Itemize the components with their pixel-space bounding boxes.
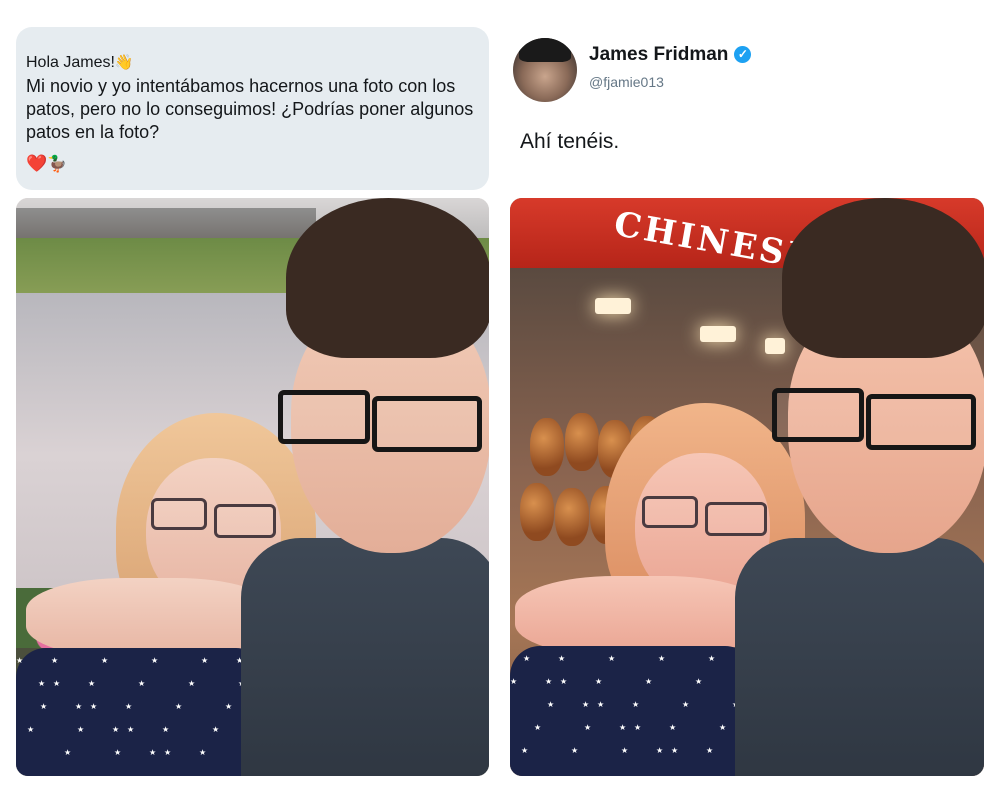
shirt-star-icon: ★: [138, 679, 146, 688]
shirt-star-icon: ★: [225, 702, 233, 711]
shirt-star-icon: ★: [90, 702, 98, 711]
request-message-text: Mi novio y yo intentábamos hacernos una …: [26, 76, 474, 142]
shirt-star-icon: ★: [634, 723, 642, 732]
shirt-star-icon: ★: [77, 725, 85, 734]
girl-star-top: ★★★★★★★★★★★★★★★★★★★★★★★★★★★★★★: [510, 646, 755, 776]
shirt-star-icon: ★: [547, 700, 555, 709]
shirt-star-icon: ★: [64, 748, 72, 757]
boy-glasses-right: [866, 394, 976, 450]
boy-glasses-left: [772, 388, 864, 442]
shirt-star-icon: ★: [175, 702, 183, 711]
request-message-bubble: Hola James!👋 Mi novio y yo intentábamos …: [16, 27, 489, 190]
roast-duck: [555, 488, 589, 546]
shirt-star-icon: ★: [719, 723, 727, 732]
shirt-star-icon: ★: [164, 748, 172, 757]
shirt-star-icon: ★: [212, 725, 220, 734]
shirt-star-icon: ★: [523, 654, 531, 663]
girl-shoulders: [26, 578, 276, 658]
shirt-star-icon: ★: [151, 656, 159, 665]
after-photo[interactable]: CHINESE ★★★★★★★★★★★★★★★★★★★★★★★★★★★★★★: [510, 198, 984, 776]
roast-duck: [565, 413, 599, 471]
girl-glasses-right: [214, 504, 276, 538]
avatar-hat: [519, 38, 571, 62]
shirt-star-icon: ★: [125, 702, 133, 711]
ceiling-light: [765, 338, 785, 354]
shirt-star-icon: ★: [584, 723, 592, 732]
shirt-star-icon: ★: [595, 677, 603, 686]
profile-name[interactable]: James Fridman ✓: [589, 44, 752, 66]
boy-hair: [782, 198, 984, 358]
shirt-star-icon: ★: [645, 677, 653, 686]
shirt-star-icon: ★: [656, 746, 664, 755]
wave-emoji-icon: 👋: [114, 54, 134, 71]
shirt-star-icon: ★: [632, 700, 640, 709]
shirt-star-icon: ★: [521, 746, 529, 755]
boy-glasses-right: [372, 396, 482, 452]
emoji-line: ❤️🦆: [26, 154, 475, 175]
shirt-star-icon: ★: [38, 679, 46, 688]
shirt-star-icon: ★: [27, 725, 35, 734]
ceiling-light: [595, 298, 631, 314]
shirt-star-icon: ★: [669, 723, 677, 732]
shirt-star-icon: ★: [51, 656, 59, 665]
shirt-star-icon: ★: [114, 748, 122, 757]
shirt-star-icon: ★: [582, 700, 590, 709]
shirt-star-icon: ★: [597, 700, 605, 709]
shirt-star-icon: ★: [708, 654, 716, 663]
shirt-star-icon: ★: [571, 746, 579, 755]
shirt-star-icon: ★: [658, 654, 666, 663]
ceiling-light: [700, 326, 736, 342]
shirt-star-icon: ★: [162, 725, 170, 734]
profile-name-text[interactable]: James Fridman: [589, 44, 728, 65]
shirt-star-icon: ★: [510, 677, 518, 686]
shirt-star-icon: ★: [695, 677, 703, 686]
boy-glasses-left: [278, 390, 370, 444]
verified-badge-icon: ✓: [734, 46, 752, 63]
shirt-star-icon: ★: [127, 725, 135, 734]
profile-handle[interactable]: @fjamie013: [589, 74, 664, 90]
heart-emoji-icon: ❤️: [26, 154, 48, 173]
girl-star-top: ★★★★★★★★★★★★★★★★★★★★★★★★★★★★★★: [16, 648, 266, 776]
reply-text: Ahí tenéis.: [520, 130, 620, 153]
girl-shoulders: [515, 576, 765, 656]
shirt-star-icon: ★: [201, 656, 209, 665]
greeting-text: Hola James!: [26, 54, 115, 71]
shirt-star-icon: ★: [608, 654, 616, 663]
shirt-star-icon: ★: [101, 656, 109, 665]
shirt-star-icon: ★: [706, 746, 714, 755]
shirt-star-icon: ★: [88, 679, 96, 688]
shirt-star-icon: ★: [534, 723, 542, 732]
shirt-star-icon: ★: [682, 700, 690, 709]
shirt-star-icon: ★: [199, 748, 207, 757]
duck-emoji-icon: 🦆: [47, 156, 68, 173]
shirt-star-icon: ★: [545, 677, 553, 686]
shirt-star-icon: ★: [53, 679, 61, 688]
girl-glasses-left: [151, 498, 207, 530]
boy-shirt: [735, 538, 984, 776]
greeting-line: Hola James!👋: [26, 53, 475, 73]
shirt-star-icon: ★: [40, 702, 48, 711]
shirt-star-icon: ★: [188, 679, 196, 688]
shirt-star-icon: ★: [671, 746, 679, 755]
shirt-star-icon: ★: [149, 748, 157, 757]
shirt-star-icon: ★: [75, 702, 83, 711]
shirt-star-icon: ★: [558, 654, 566, 663]
profile-avatar[interactable]: [513, 38, 577, 102]
girl-glasses-left: [642, 496, 698, 528]
boy-hair: [286, 198, 489, 358]
shirt-star-icon: ★: [619, 723, 627, 732]
girl-glasses-right: [705, 502, 767, 536]
shirt-star-icon: ★: [16, 656, 24, 665]
shirt-star-icon: ★: [621, 746, 629, 755]
roast-duck: [520, 483, 554, 541]
boy-shirt: [241, 538, 489, 776]
before-photo[interactable]: ★★★★★★★★★★★★★★★★★★★★★★★★★★★★★★: [16, 198, 489, 776]
shirt-star-icon: ★: [112, 725, 120, 734]
roast-duck: [530, 418, 564, 476]
shirt-star-icon: ★: [560, 677, 568, 686]
